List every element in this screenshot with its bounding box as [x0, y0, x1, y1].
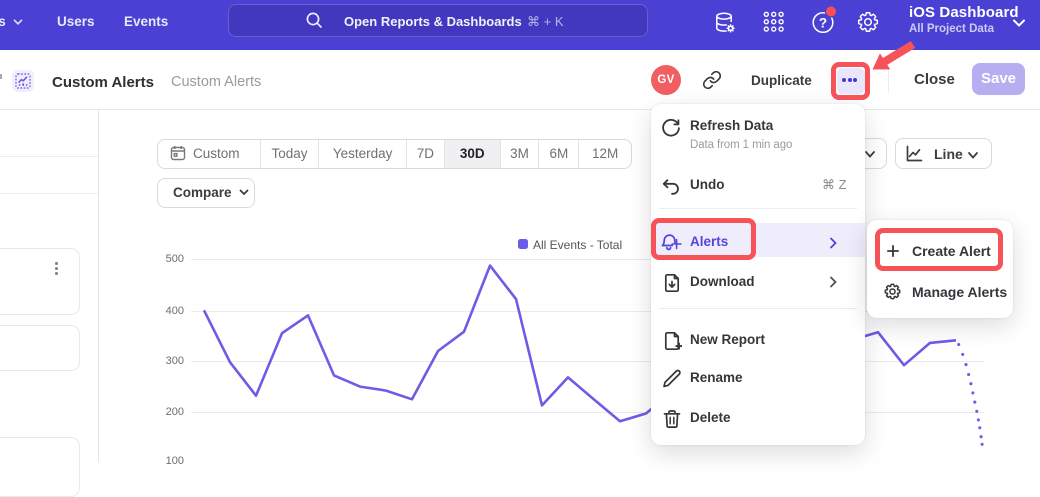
svg-text:?: ?: [819, 16, 827, 31]
